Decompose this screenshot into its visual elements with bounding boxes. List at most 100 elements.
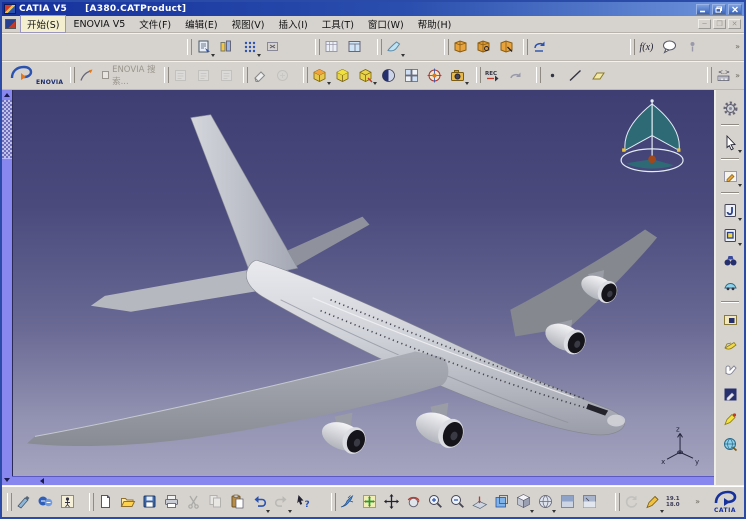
collaboration-icon[interactable] [34, 490, 56, 514]
menu-insert[interactable]: 插入(I) [271, 15, 314, 33]
paint-applicative-icon[interactable] [382, 36, 405, 58]
scroll-left-button[interactable] [40, 478, 44, 484]
scroll-up-button[interactable] [2, 90, 12, 100]
new-document-icon[interactable] [94, 490, 116, 514]
normal-view-icon[interactable] [468, 490, 490, 514]
tree-vertical-scrollbar[interactable] [2, 90, 12, 485]
airbrush-icon[interactable] [12, 490, 34, 514]
structure-table-icon[interactable] [320, 36, 343, 58]
a380-model-canvas[interactable]: z x y [13, 90, 714, 476]
multi-view-icon[interactable] [400, 64, 423, 86]
formula-fx-icon[interactable]: f(x) [635, 36, 658, 58]
catalog-hand-icon[interactable] [718, 332, 742, 356]
half-sphere-view-icon[interactable] [377, 64, 400, 86]
doc-close-button[interactable]: ✕ [728, 19, 741, 29]
power-copy-icon[interactable] [192, 36, 215, 58]
catalog-search-icon[interactable] [495, 36, 518, 58]
menu-window[interactable]: 窗口(W) [361, 15, 411, 33]
menu-help[interactable]: 帮助(H) [411, 15, 459, 33]
part-document-icon[interactable] [718, 198, 742, 222]
port-stabilizer[interactable] [91, 268, 271, 312]
pan-icon[interactable] [380, 490, 402, 514]
manikin-icon[interactable] [56, 490, 78, 514]
doc-restore-button[interactable]: ❒ [713, 19, 726, 29]
comment-bubble-icon[interactable] [658, 36, 681, 58]
port-wing[interactable] [27, 351, 448, 446]
pencil-precision-icon[interactable] [642, 490, 664, 514]
design-table-icon[interactable] [215, 36, 238, 58]
measure-between-icon[interactable]: <.> [712, 64, 735, 86]
dmu-review-icon[interactable] [718, 273, 742, 297]
view-mode-alt-icon[interactable] [578, 490, 600, 514]
update-links-icon[interactable] [528, 36, 551, 58]
print-icon[interactable] [160, 490, 182, 514]
menu-edit[interactable]: 编辑(E) [178, 15, 224, 33]
annotate-yellow-icon[interactable] [718, 407, 742, 431]
close-button[interactable] [728, 4, 742, 15]
catalog-editor-icon[interactable] [472, 36, 495, 58]
open-box-icon[interactable] [718, 307, 742, 331]
plane-icon[interactable] [587, 64, 610, 86]
minimize-button[interactable] [696, 4, 710, 15]
line-icon[interactable] [564, 64, 587, 86]
app-icon[interactable] [4, 4, 16, 14]
restore-button[interactable] [712, 4, 726, 15]
bottom-overflow-chevron[interactable]: » [695, 497, 700, 506]
selection-sets-icon[interactable] [238, 36, 261, 58]
menu-start[interactable]: 开始(S) [20, 15, 66, 33]
scroll-down-button[interactable] [2, 475, 12, 485]
point-icon[interactable] [541, 64, 564, 86]
view-compass[interactable] [621, 99, 683, 171]
enovia-search-checkbox[interactable] [102, 71, 109, 79]
record-macro-icon[interactable]: REC [481, 64, 504, 86]
scroll-thumb[interactable] [2, 158, 12, 475]
knowledge-inspector-icon[interactable] [681, 36, 704, 58]
scroll-track[interactable] [2, 100, 12, 158]
fit-target-icon[interactable] [423, 64, 446, 86]
menu-enovia-v5[interactable]: ENOVIA V5 [66, 17, 132, 32]
iso-view-cube-icon[interactable] [308, 64, 331, 86]
create-view-icon[interactable] [490, 490, 512, 514]
annotate-blue-icon[interactable] [718, 382, 742, 406]
swap-visible-space-icon[interactable] [261, 36, 284, 58]
propagate-arrow-icon[interactable] [75, 64, 98, 86]
render-style-icon[interactable] [534, 490, 556, 514]
view-mode-icon[interactable] [556, 490, 578, 514]
zoom-in-icon[interactable] [424, 490, 446, 514]
select-cursor-icon[interactable] [718, 130, 742, 154]
horizontal-scrollbar[interactable] [12, 476, 714, 485]
fly-mode-icon[interactable] [336, 490, 358, 514]
product-document-icon[interactable] [718, 223, 742, 247]
fit-all-in-icon[interactable] [358, 490, 380, 514]
quick-view-cube-icon[interactable] [354, 64, 377, 86]
window-layout-icon[interactable] [343, 36, 366, 58]
doc-minimize-button[interactable]: ─ [698, 19, 711, 29]
world-publish-icon[interactable] [718, 432, 742, 456]
undo-icon[interactable] [248, 490, 270, 514]
document-icon[interactable] [5, 19, 16, 29]
save-icon[interactable] [138, 490, 160, 514]
update-gear-icon[interactable] [718, 96, 742, 120]
camera-icon[interactable] [446, 64, 469, 86]
menu-file[interactable]: 文件(F) [132, 15, 178, 33]
vertical-fin[interactable] [191, 115, 298, 277]
open-document-icon[interactable] [116, 490, 138, 514]
menu-view[interactable]: 视图(V) [225, 15, 272, 33]
context-help-icon[interactable]: ? [292, 490, 314, 514]
toolbar2-overflow-chevron[interactable]: » [735, 71, 740, 80]
named-view-cube-icon[interactable] [331, 64, 354, 86]
toolbar-overflow-chevron[interactable]: » [735, 42, 740, 51]
eraser-icon[interactable] [248, 64, 271, 86]
search-binoculars-icon[interactable] [718, 248, 742, 272]
iso-cube-icon[interactable] [512, 490, 534, 514]
rotate-icon[interactable] [402, 490, 424, 514]
replay-icon[interactable] [504, 64, 527, 86]
3d-viewport[interactable]: z x y [12, 90, 714, 476]
paste-icon[interactable] [226, 490, 248, 514]
catalog-browser-icon[interactable] [449, 36, 472, 58]
enovia-search[interactable]: ENOVIA 搜索... [98, 63, 163, 87]
sketch-pen-icon[interactable] [718, 164, 742, 188]
menu-tools[interactable]: 工具(T) [315, 15, 361, 33]
zoom-out-icon[interactable] [446, 490, 468, 514]
glove-clash-icon[interactable] [718, 357, 742, 381]
